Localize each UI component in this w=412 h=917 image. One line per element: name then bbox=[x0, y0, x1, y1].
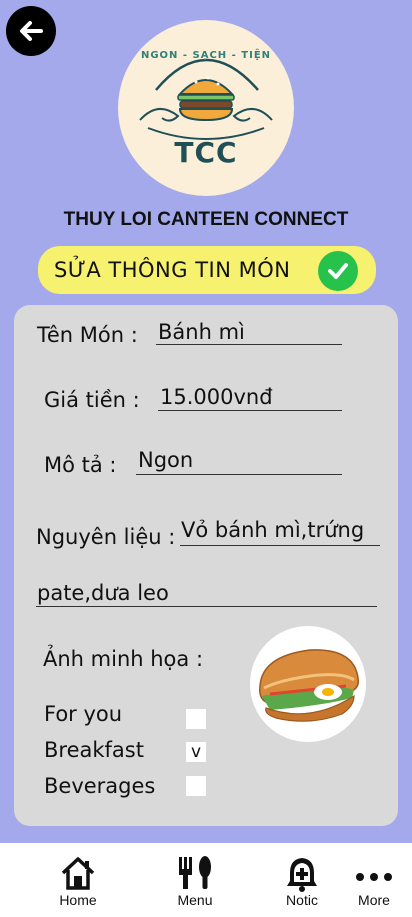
category-checkbox-breakfast[interactable]: v bbox=[186, 742, 206, 762]
nav-menu[interactable]: Menu bbox=[155, 843, 235, 917]
category-label-beverages: Beverages bbox=[44, 774, 156, 798]
nav-notifications[interactable]: Notic bbox=[262, 843, 342, 917]
banh-mi-illustration bbox=[259, 649, 360, 722]
nav-notifications-label: Notic bbox=[286, 892, 318, 908]
bell-icon bbox=[287, 858, 317, 892]
nav-home[interactable]: Home bbox=[38, 843, 118, 917]
ingredients-underline-2 bbox=[36, 606, 377, 607]
category-label-breakfast: Breakfast bbox=[44, 738, 144, 762]
home-icon bbox=[61, 857, 95, 890]
food-image[interactable] bbox=[250, 626, 366, 742]
check-icon bbox=[328, 263, 348, 279]
ingredients-field-line1[interactable]: Vỏ bánh mì,trứng bbox=[181, 518, 364, 542]
back-button[interactable] bbox=[6, 6, 56, 56]
logo-text: TCC bbox=[174, 136, 238, 169]
name-field[interactable]: Bánh mì bbox=[158, 320, 245, 344]
name-underline bbox=[156, 344, 342, 345]
category-checkbox-beverages[interactable] bbox=[186, 776, 206, 796]
description-label: Mô tả : bbox=[44, 453, 117, 477]
ingredients-underline-1 bbox=[180, 545, 380, 546]
more-icon bbox=[356, 873, 392, 881]
ingredients-label: Nguyên liệu : bbox=[36, 525, 176, 549]
description-field[interactable]: Ngon bbox=[138, 448, 193, 472]
nav-menu-label: Menu bbox=[177, 892, 213, 908]
burger-icon bbox=[139, 58, 273, 140]
confirm-button[interactable] bbox=[318, 251, 358, 291]
logo-tagline: NGON - SẠCH - TIỆN bbox=[140, 50, 272, 61]
category-label-for-you: For you bbox=[44, 702, 123, 726]
price-underline bbox=[158, 410, 342, 411]
app-logo: NGON - SẠCH - TIỆN TCC bbox=[118, 20, 294, 196]
image-label: Ảnh minh họa : bbox=[43, 647, 204, 671]
ingredients-field-line2[interactable]: pate,dưa leo bbox=[37, 581, 169, 605]
section-title: SỬA THÔNG TIN MÓN bbox=[54, 258, 291, 282]
price-label: Giá tiền : bbox=[44, 388, 140, 412]
arrow-left-icon bbox=[20, 21, 43, 41]
app-title: THUY LOI CANTEEN CONNECT bbox=[63, 209, 349, 230]
name-label: Tên Món : bbox=[37, 323, 138, 347]
category-checkbox-for-you[interactable] bbox=[186, 709, 206, 729]
nav-home-label: Home bbox=[59, 892, 97, 908]
section-header: SỬA THÔNG TIN MÓN bbox=[38, 246, 376, 294]
bottom-nav: Home Menu Notic More bbox=[0, 843, 412, 917]
price-field[interactable]: 15.000vnđ bbox=[160, 385, 273, 409]
nav-more-label: More bbox=[358, 892, 390, 908]
nav-more[interactable]: More bbox=[334, 843, 412, 917]
utensils-icon bbox=[179, 856, 211, 889]
description-underline bbox=[136, 474, 342, 475]
